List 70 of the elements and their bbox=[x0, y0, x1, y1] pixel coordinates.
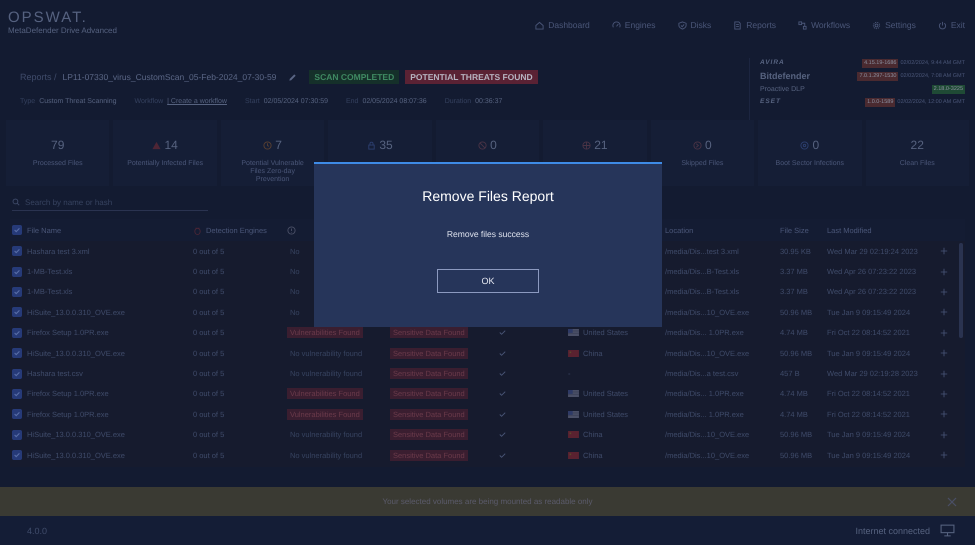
expand-icon[interactable] bbox=[940, 268, 948, 276]
report-name: LP11-07330_virus_CustomScan_05-Feb-2024_07-30-59 bbox=[62, 72, 276, 82]
stat-value: 0 bbox=[705, 138, 712, 152]
expand-icon[interactable] bbox=[940, 288, 948, 296]
warning-icon bbox=[152, 140, 162, 150]
row-checkbox[interactable] bbox=[12, 246, 22, 256]
status-badge: POTENTIAL THREATS FOUND bbox=[405, 70, 538, 84]
lock-icon bbox=[367, 140, 376, 150]
expand-icon[interactable] bbox=[940, 430, 948, 439]
clock-icon bbox=[263, 140, 272, 150]
nav-link[interactable]: Settings bbox=[872, 20, 916, 30]
stat-value: 0 bbox=[812, 138, 820, 152]
product-name: MetaDefender Drive Advanced bbox=[8, 26, 117, 35]
nav-link[interactable]: Exit bbox=[938, 20, 965, 30]
alert-icon bbox=[287, 226, 296, 234]
stat-value: 21 bbox=[594, 138, 608, 152]
expand-icon[interactable] bbox=[940, 247, 948, 256]
select-all-checkbox[interactable] bbox=[12, 225, 22, 235]
home-icon bbox=[535, 20, 544, 30]
nav-link[interactable]: Workflows bbox=[798, 20, 850, 30]
stat-value: 79 bbox=[51, 138, 64, 152]
nav-link[interactable]: Disks bbox=[678, 20, 712, 30]
expand-icon[interactable] bbox=[940, 451, 948, 460]
search-icon bbox=[12, 198, 20, 206]
dialog-message: Remove files success bbox=[446, 229, 530, 239]
row-checkbox[interactable] bbox=[12, 266, 22, 277]
stat-value: 14 bbox=[164, 138, 178, 152]
monitor-icon bbox=[940, 524, 955, 537]
document-icon bbox=[733, 20, 742, 30]
disk-icon bbox=[800, 140, 810, 150]
stat-value: 22 bbox=[910, 138, 924, 152]
logo: OPSWAT. bbox=[8, 10, 89, 26]
power-icon bbox=[938, 20, 947, 30]
status-badge: SCAN COMPLETED bbox=[309, 70, 400, 84]
globe-icon bbox=[582, 140, 592, 150]
nav-link[interactable]: Reports bbox=[733, 20, 776, 30]
pencil-icon[interactable] bbox=[288, 72, 298, 82]
blocked-icon bbox=[478, 140, 488, 150]
row-checkbox[interactable] bbox=[12, 286, 22, 297]
shield-check-icon bbox=[678, 20, 687, 30]
flow-icon bbox=[798, 20, 808, 30]
expand-icon[interactable] bbox=[940, 370, 948, 378]
stat-value: 0 bbox=[490, 138, 497, 152]
ok-button[interactable]: OK bbox=[437, 269, 539, 293]
row-checkbox[interactable] bbox=[12, 450, 22, 460]
expand-icon[interactable] bbox=[940, 410, 948, 418]
breadcrumb-link[interactable]: Reports / bbox=[20, 72, 57, 82]
bug-icon bbox=[193, 226, 202, 234]
row-checkbox[interactable] bbox=[12, 430, 22, 440]
connection-status: Internet connected bbox=[855, 526, 930, 536]
nav-link[interactable]: Dashboard bbox=[535, 20, 590, 30]
expand-icon[interactable] bbox=[940, 328, 948, 337]
expand-icon[interactable] bbox=[940, 308, 948, 316]
row-checkbox[interactable] bbox=[12, 328, 22, 338]
scrollbar[interactable] bbox=[959, 243, 963, 338]
stat-value: 7 bbox=[275, 138, 282, 152]
row-checkbox[interactable] bbox=[12, 388, 22, 399]
row-checkbox[interactable] bbox=[12, 368, 22, 379]
engine-name: Bitdefender bbox=[760, 71, 810, 81]
row-checkbox[interactable] bbox=[12, 409, 22, 420]
row-checkbox[interactable] bbox=[12, 307, 22, 318]
stat-value: 35 bbox=[379, 138, 393, 152]
settings-icon bbox=[872, 20, 882, 30]
nav-link[interactable]: Engines bbox=[612, 20, 656, 30]
row-checkbox[interactable] bbox=[12, 348, 22, 358]
gauge-icon bbox=[612, 20, 621, 30]
dialog-title: Remove Files Report bbox=[422, 188, 554, 204]
expand-icon[interactable] bbox=[940, 390, 948, 398]
skip-icon bbox=[693, 140, 702, 150]
expand-icon[interactable] bbox=[940, 349, 948, 358]
